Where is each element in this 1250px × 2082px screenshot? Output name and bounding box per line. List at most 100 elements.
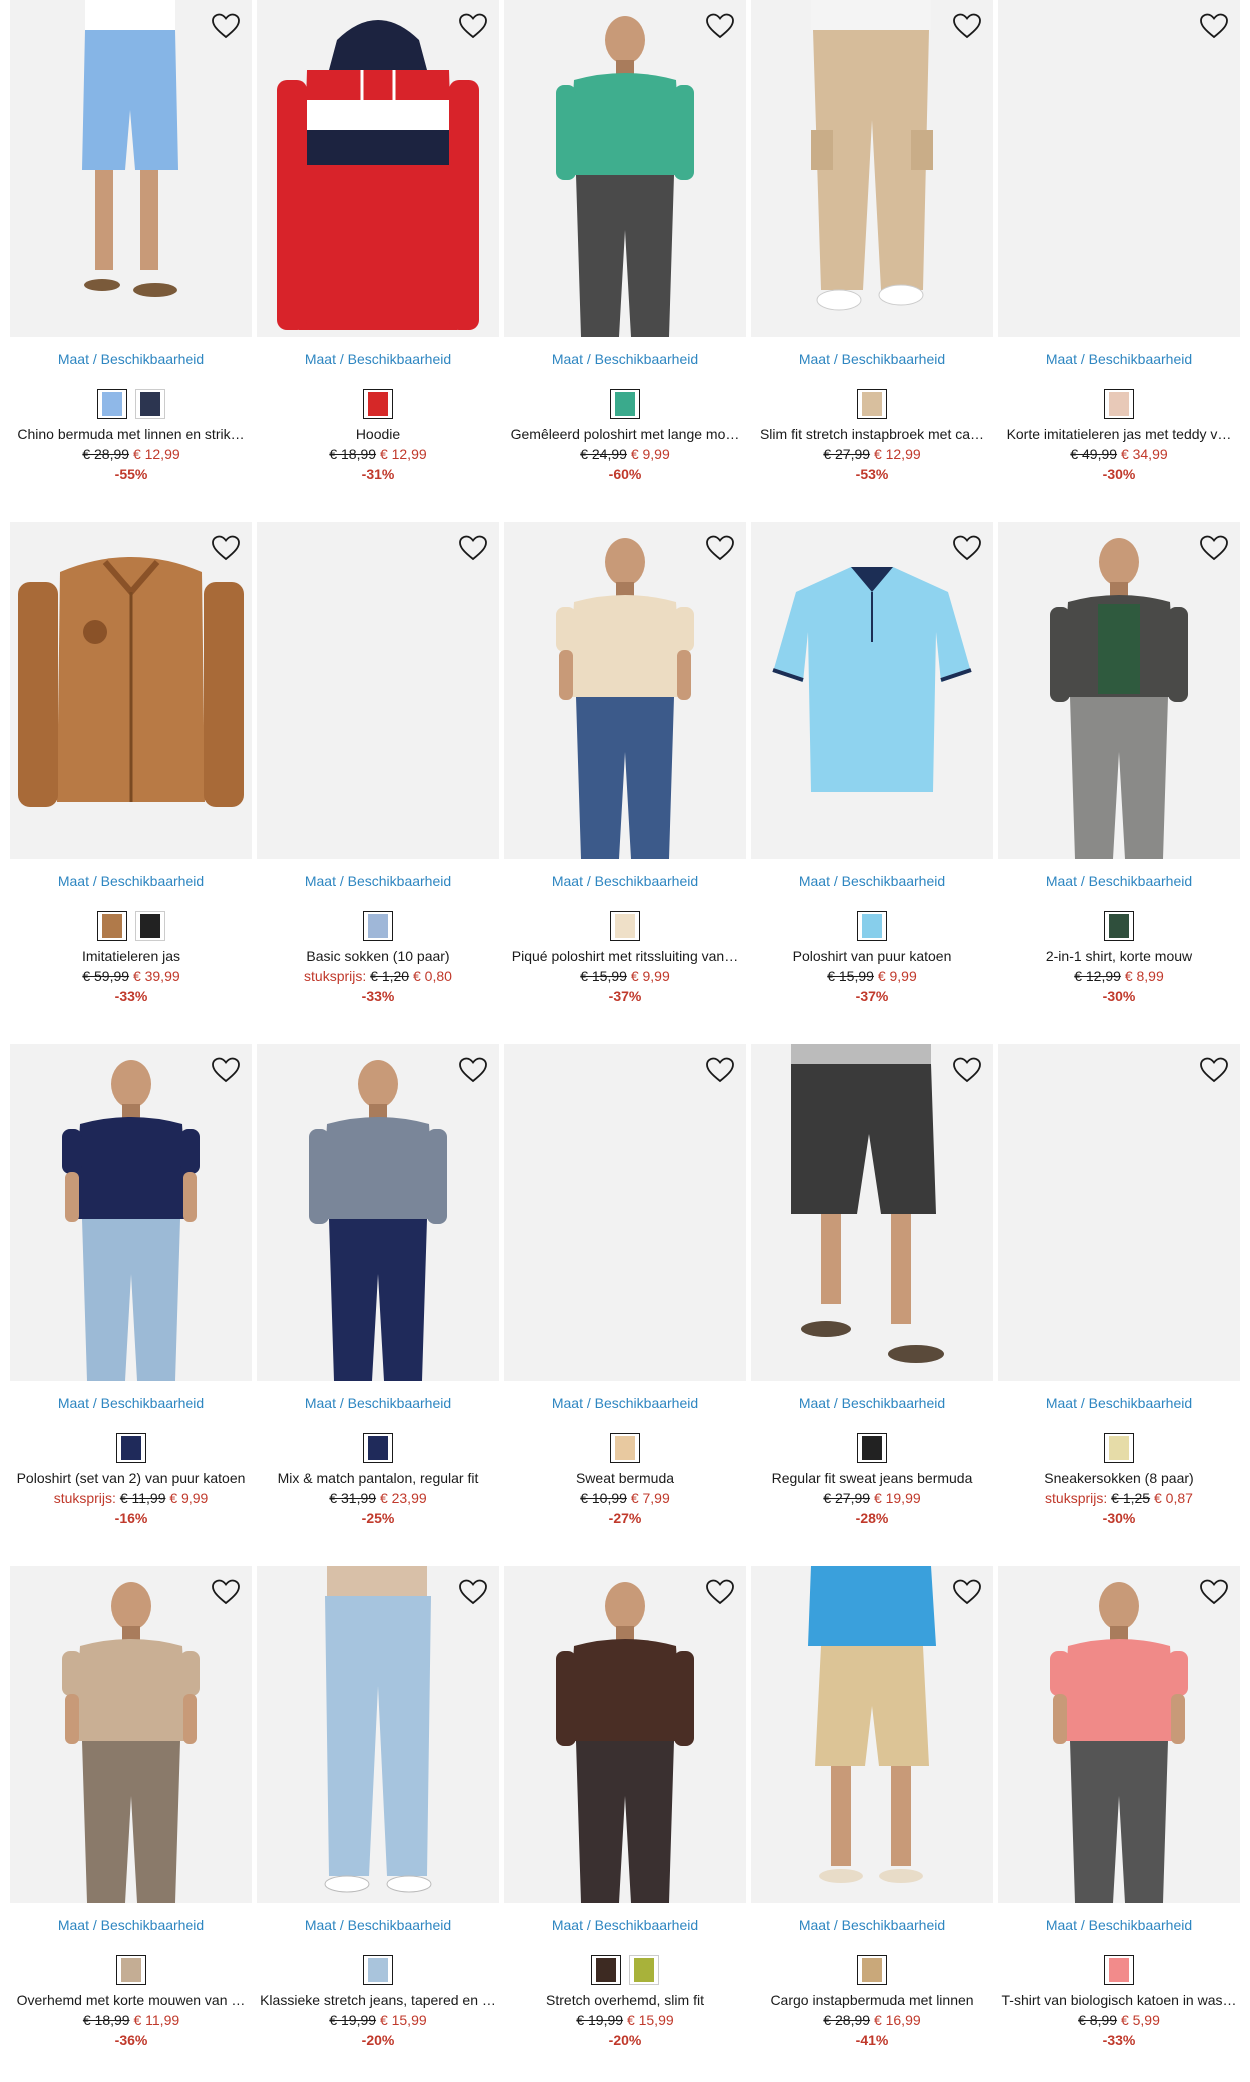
product-image[interactable]	[257, 522, 499, 859]
heart-icon[interactable]	[457, 10, 489, 42]
product-image[interactable]	[10, 1566, 252, 1903]
heart-icon[interactable]	[210, 1054, 242, 1086]
heart-icon[interactable]	[210, 10, 242, 42]
heart-icon[interactable]	[1198, 532, 1230, 564]
size-availability-link[interactable]: Maat / Beschikbaarheid	[10, 351, 252, 369]
heart-icon[interactable]	[951, 532, 983, 564]
product-image[interactable]	[998, 1566, 1240, 1903]
color-swatch[interactable]	[610, 389, 640, 419]
size-availability-link[interactable]: Maat / Beschikbaarheid	[751, 1917, 993, 1935]
product-image[interactable]	[998, 522, 1240, 859]
product-image[interactable]	[10, 522, 252, 859]
heart-icon[interactable]	[210, 532, 242, 564]
size-availability-link[interactable]: Maat / Beschikbaarheid	[504, 351, 746, 369]
product-title[interactable]: 2-in-1 shirt, korte mouw	[998, 947, 1240, 966]
color-swatch[interactable]	[135, 389, 165, 419]
heart-icon[interactable]	[1198, 1054, 1230, 1086]
heart-icon[interactable]	[457, 532, 489, 564]
heart-icon[interactable]	[704, 1054, 736, 1086]
color-swatch[interactable]	[857, 1955, 887, 1985]
product-card[interactable]: Maat / Beschikbaarheid Hoodie € 18,99 € …	[257, 0, 499, 522]
product-image[interactable]	[751, 1044, 993, 1381]
product-card[interactable]: Maat / Beschikbaarheid Poloshirt van puu…	[751, 522, 993, 1044]
product-title[interactable]: T-shirt van biologisch katoen in was…	[998, 1991, 1240, 2010]
product-card[interactable]: Maat / Beschikbaarheid Cargo instapbermu…	[751, 1566, 993, 2082]
product-title[interactable]: Korte imitatieleren jas met teddy v…	[998, 425, 1240, 444]
color-swatch[interactable]	[116, 1433, 146, 1463]
product-image[interactable]	[998, 1044, 1240, 1381]
color-swatch[interactable]	[135, 911, 165, 941]
size-availability-link[interactable]: Maat / Beschikbaarheid	[504, 1917, 746, 1935]
heart-icon[interactable]	[704, 532, 736, 564]
product-card[interactable]: Maat / Beschikbaarheid Klassieke stretch…	[257, 1566, 499, 2082]
product-title[interactable]: Gemêleerd poloshirt met lange mo…	[504, 425, 746, 444]
color-swatch[interactable]	[1104, 1433, 1134, 1463]
heart-icon[interactable]	[951, 10, 983, 42]
heart-icon[interactable]	[457, 1576, 489, 1608]
heart-icon[interactable]	[951, 1576, 983, 1608]
product-card[interactable]: Maat / Beschikbaarheid T-shirt van biolo…	[998, 1566, 1240, 2082]
product-title[interactable]: Piqué poloshirt met ritssluiting van…	[504, 947, 746, 966]
product-image[interactable]	[10, 1044, 252, 1381]
color-swatch[interactable]	[1104, 911, 1134, 941]
color-swatch[interactable]	[97, 911, 127, 941]
product-card[interactable]: Maat / Beschikbaarheid 2-in-1 shirt, kor…	[998, 522, 1240, 1044]
product-card[interactable]: Maat / Beschikbaarheid Stretch overhemd,…	[504, 1566, 746, 2082]
color-swatch[interactable]	[857, 1433, 887, 1463]
heart-icon[interactable]	[704, 1576, 736, 1608]
product-card[interactable]: Maat / Beschikbaarheid Slim fit stretch …	[751, 0, 993, 522]
heart-icon[interactable]	[1198, 1576, 1230, 1608]
color-swatch[interactable]	[116, 1955, 146, 1985]
color-swatch[interactable]	[629, 1955, 659, 1985]
heart-icon[interactable]	[210, 1576, 242, 1608]
product-card[interactable]: Maat / Beschikbaarheid Overhemd met kort…	[10, 1566, 252, 2082]
size-availability-link[interactable]: Maat / Beschikbaarheid	[751, 1395, 993, 1413]
product-title[interactable]: Poloshirt van puur katoen	[751, 947, 993, 966]
product-image[interactable]	[751, 1566, 993, 1903]
product-title[interactable]: Hoodie	[257, 425, 499, 444]
product-image[interactable]	[504, 1044, 746, 1381]
size-availability-link[interactable]: Maat / Beschikbaarheid	[10, 1395, 252, 1413]
heart-icon[interactable]	[704, 10, 736, 42]
product-title[interactable]: Cargo instapbermuda met linnen	[751, 1991, 993, 2010]
size-availability-link[interactable]: Maat / Beschikbaarheid	[10, 873, 252, 891]
color-swatch[interactable]	[610, 1433, 640, 1463]
product-card[interactable]: Maat / Beschikbaarheid Imitatieleren jas…	[10, 522, 252, 1044]
product-title[interactable]: Basic sokken (10 paar)	[257, 947, 499, 966]
size-availability-link[interactable]: Maat / Beschikbaarheid	[998, 1917, 1240, 1935]
product-card[interactable]: Maat / Beschikbaarheid Mix & match panta…	[257, 1044, 499, 1566]
color-swatch[interactable]	[1104, 1955, 1134, 1985]
product-image[interactable]	[10, 0, 252, 337]
product-image[interactable]	[257, 1044, 499, 1381]
size-availability-link[interactable]: Maat / Beschikbaarheid	[998, 351, 1240, 369]
product-title[interactable]: Regular fit sweat jeans bermuda	[751, 1469, 993, 1488]
color-swatch[interactable]	[363, 911, 393, 941]
product-image[interactable]	[998, 0, 1240, 337]
product-card[interactable]: Maat / Beschikbaarheid Basic sokken (10 …	[257, 522, 499, 1044]
product-card[interactable]: Maat / Beschikbaarheid Chino bermuda met…	[10, 0, 252, 522]
size-availability-link[interactable]: Maat / Beschikbaarheid	[504, 1395, 746, 1413]
color-swatch[interactable]	[363, 1433, 393, 1463]
color-swatch[interactable]	[610, 911, 640, 941]
product-title[interactable]: Sweat bermuda	[504, 1469, 746, 1488]
product-image[interactable]	[257, 0, 499, 337]
product-card[interactable]: Maat / Beschikbaarheid Piqué poloshirt m…	[504, 522, 746, 1044]
heart-icon[interactable]	[457, 1054, 489, 1086]
color-swatch[interactable]	[1104, 389, 1134, 419]
size-availability-link[interactable]: Maat / Beschikbaarheid	[504, 873, 746, 891]
size-availability-link[interactable]: Maat / Beschikbaarheid	[257, 351, 499, 369]
product-card[interactable]: Maat / Beschikbaarheid Sweat bermuda € 1…	[504, 1044, 746, 1566]
product-title[interactable]: Mix & match pantalon, regular fit	[257, 1469, 499, 1488]
product-card[interactable]: Maat / Beschikbaarheid Korte imitatieler…	[998, 0, 1240, 522]
product-image[interactable]	[751, 0, 993, 337]
product-image[interactable]	[751, 522, 993, 859]
color-swatch[interactable]	[363, 389, 393, 419]
color-swatch[interactable]	[857, 389, 887, 419]
product-title[interactable]: Poloshirt (set van 2) van puur katoen	[10, 1469, 252, 1488]
color-swatch[interactable]	[363, 1955, 393, 1985]
size-availability-link[interactable]: Maat / Beschikbaarheid	[257, 1917, 499, 1935]
heart-icon[interactable]	[951, 1054, 983, 1086]
size-availability-link[interactable]: Maat / Beschikbaarheid	[998, 873, 1240, 891]
product-title[interactable]: Imitatieleren jas	[10, 947, 252, 966]
product-title[interactable]: Overhemd met korte mouwen van …	[10, 1991, 252, 2010]
